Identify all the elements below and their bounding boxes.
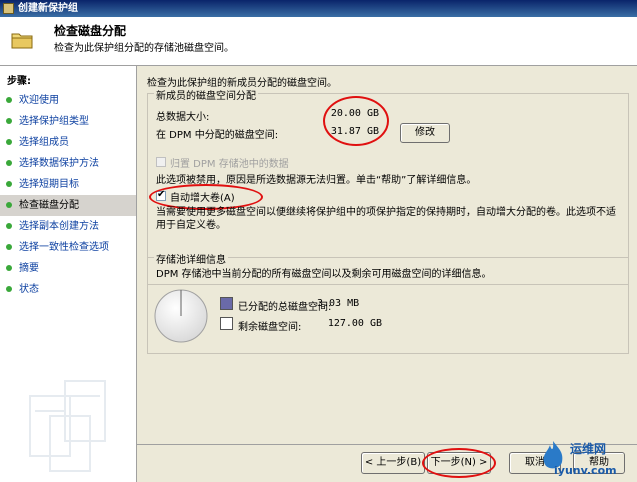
back-button[interactable]: < 上一步(B) bbox=[361, 452, 425, 474]
autogrow-description: 当需要使用更多磁盘空间以便继续将保护组中的项保护指定的保持期时，自动增大分配的卷… bbox=[156, 207, 616, 231]
steps-sidebar: 步骤: 欢迎使用 选择保护组类型 选择组成员 选择数据保护方法 选择短期目标 检… bbox=[0, 66, 137, 482]
step-short-term-goals[interactable]: 选择短期目标 bbox=[0, 174, 136, 195]
colocate-checkbox[interactable] bbox=[156, 157, 166, 167]
step-label: 检查磁盘分配 bbox=[19, 200, 79, 211]
autogrow-checkbox[interactable] bbox=[156, 189, 166, 201]
step-summary[interactable]: 摘要 bbox=[0, 258, 136, 279]
step-label: 选择保护组类型 bbox=[19, 116, 89, 127]
step-label: 摘要 bbox=[19, 263, 39, 274]
step-label: 选择组成员 bbox=[19, 137, 69, 148]
app-icon bbox=[3, 3, 14, 14]
logo-line2: iyunv.com bbox=[554, 464, 617, 477]
step-replica-method[interactable]: 选择副本创建方法 bbox=[0, 216, 136, 237]
allocated-swatch bbox=[220, 297, 233, 310]
next-button[interactable]: 下一步(N) > bbox=[427, 452, 491, 474]
step-group-type[interactable]: 选择保护组类型 bbox=[0, 111, 136, 132]
step-protection-method[interactable]: 选择数据保护方法 bbox=[0, 153, 136, 174]
step-label: 欢迎使用 bbox=[19, 95, 59, 106]
total-data-value: 20.00 GB bbox=[330, 108, 379, 119]
step-dot-icon bbox=[6, 97, 12, 103]
pool-group-label: 存储池详细信息 bbox=[154, 251, 228, 266]
step-dot-icon bbox=[6, 244, 12, 250]
dpm-alloc-label: 在 DPM 中分配的磁盘空间: bbox=[156, 130, 279, 141]
step-dot-icon bbox=[6, 202, 12, 208]
steps-label: 步骤: bbox=[7, 76, 31, 87]
server-watermark-icon bbox=[29, 380, 106, 472]
dpm-alloc-value: 31.87 GB bbox=[330, 126, 379, 137]
step-label: 选择一致性检查选项 bbox=[19, 242, 109, 253]
pool-description: DPM 存储池中当前分配的所有磁盘空间以及剩余可用磁盘空间的详细信息。 bbox=[156, 269, 492, 280]
autogrow-label[interactable]: 自动增大卷(A) bbox=[170, 189, 235, 204]
free-label: 剩余磁盘空间: bbox=[238, 322, 302, 333]
free-swatch bbox=[220, 317, 233, 330]
modify-button[interactable]: 修改 bbox=[400, 123, 450, 143]
step-status[interactable]: 状态 bbox=[0, 279, 136, 300]
step-label: 状态 bbox=[19, 284, 39, 295]
page-subtitle: 检查为此保护组分配的存储池磁盘空间。 bbox=[54, 43, 234, 54]
title-bar: 创建新保护组 bbox=[0, 0, 637, 17]
site-logo: 运维网 iyunv.com bbox=[536, 436, 637, 482]
colocate-label: 归置 DPM 存储池中的数据 bbox=[170, 159, 289, 170]
page-title: 检查磁盘分配 bbox=[54, 24, 127, 38]
allocation-group-label: 新成员的磁盘空间分配 bbox=[154, 87, 258, 102]
step-dot-icon bbox=[6, 160, 12, 166]
logo-line1: 运维网 bbox=[570, 442, 607, 456]
step-dot-icon bbox=[6, 139, 12, 145]
step-label: 选择副本创建方法 bbox=[19, 221, 99, 232]
step-dot-icon bbox=[6, 118, 12, 124]
step-label: 选择数据保护方法 bbox=[19, 158, 99, 169]
step-label: 选择短期目标 bbox=[19, 179, 79, 190]
step-group-members[interactable]: 选择组成员 bbox=[0, 132, 136, 153]
step-review-disk-allocation[interactable]: 检查磁盘分配 bbox=[0, 195, 136, 216]
free-value: 127.00 GB bbox=[327, 318, 382, 329]
folder-icon bbox=[11, 33, 33, 49]
step-dot-icon bbox=[6, 286, 12, 292]
step-dot-icon bbox=[6, 223, 12, 229]
total-data-label: 总数据大小: bbox=[156, 112, 210, 123]
step-welcome[interactable]: 欢迎使用 bbox=[0, 90, 136, 111]
window-title: 创建新保护组 bbox=[18, 3, 78, 14]
wizard-header: 检查磁盘分配 检查为此保护组分配的存储池磁盘空间。 bbox=[0, 17, 637, 66]
allocated-value: 3.03 MB bbox=[317, 298, 360, 309]
step-consistency-check[interactable]: 选择一致性检查选项 bbox=[0, 237, 136, 258]
colocate-note: 此选项被禁用，原因是所选数据源无法归置。单击“帮助”了解详细信息。 bbox=[156, 175, 477, 186]
step-dot-icon bbox=[6, 265, 12, 271]
pool-usage-pie bbox=[154, 289, 208, 343]
step-dot-icon bbox=[6, 181, 12, 187]
main-content: 检查为此保护组的新成员分配的磁盘空间。 新成员的磁盘空间分配 总数据大小: 20… bbox=[137, 66, 637, 446]
